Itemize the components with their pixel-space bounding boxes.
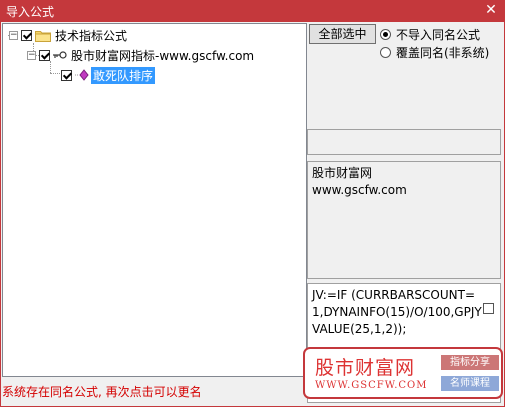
tree-label-root: 技术指标公式 — [55, 28, 128, 43]
close-icon[interactable]: ✕ — [483, 1, 499, 19]
brand-tag-indicators: 指标分享 — [441, 355, 499, 370]
formula-info-box: 股市财富网 www.gscfw.com — [307, 161, 501, 279]
brand-name: 股市财富网 — [315, 357, 416, 379]
tree-node-root[interactable]: − 技术指标公式 — [9, 27, 127, 43]
blank-panel — [307, 129, 501, 155]
select-all-button[interactable]: 全部选中 — [309, 24, 376, 44]
radio-button-on[interactable] — [380, 29, 391, 40]
code-checkbox[interactable] — [483, 303, 494, 314]
collapse-icon[interactable]: − — [27, 50, 36, 60]
formula-code-text: JV:=IF (CURRBARSCOUNT=1,DYNAINFO(15)/O/1… — [312, 288, 482, 336]
radio-overwrite-label: 覆盖同名(非系统) — [396, 46, 490, 60]
brand-tag-courses: 名师课程 — [441, 376, 499, 391]
folder-icon — [35, 30, 51, 42]
formula-icon — [75, 69, 89, 81]
radio-overwrite[interactable]: 覆盖同名(非系统) — [380, 44, 489, 61]
tree-label-child: 股市财富网指标-www.gscfw.com — [71, 48, 255, 63]
root-checkbox[interactable] — [21, 29, 32, 41]
collapse-icon[interactable]: − — [9, 30, 18, 40]
child-checkbox[interactable] — [39, 49, 50, 61]
tree-label-leaf: 敢死队排序 — [91, 66, 156, 84]
title-bar: 导入公式 ✕ — [0, 0, 505, 22]
formula-tree[interactable]: − 技术指标公式 − 股市财富网指标-www.gscfw.com 敢死队排序 — [2, 23, 307, 377]
dialog-body: − 技术指标公式 − 股市财富网指标-www.gscfw.com 敢死队排序 全… — [1, 22, 504, 406]
radio-skip-label: 不导入同名公式 — [396, 28, 481, 42]
info-line-1: 股市财富网 — [312, 166, 373, 180]
leaf-checkbox[interactable] — [61, 69, 72, 81]
status-message: 系统存在同名公式, 再次点击可以更名 — [2, 385, 202, 399]
brand-watermark: 股市财富网 WWW.GSCFW.COM 指标分享 名师课程 — [303, 347, 503, 399]
tree-node-leaf[interactable]: 敢死队排序 — [61, 66, 156, 84]
brand-url: WWW.GSCFW.COM — [315, 380, 428, 391]
window-title: 导入公式 — [6, 5, 55, 19]
radio-skip-duplicates[interactable]: 不导入同名公式 — [380, 26, 480, 43]
key-icon — [53, 51, 67, 59]
radio-button-off[interactable] — [380, 47, 391, 58]
tree-node-child[interactable]: − 股市财富网指标-www.gscfw.com — [27, 47, 254, 63]
info-line-2: www.gscfw.com — [312, 183, 407, 197]
